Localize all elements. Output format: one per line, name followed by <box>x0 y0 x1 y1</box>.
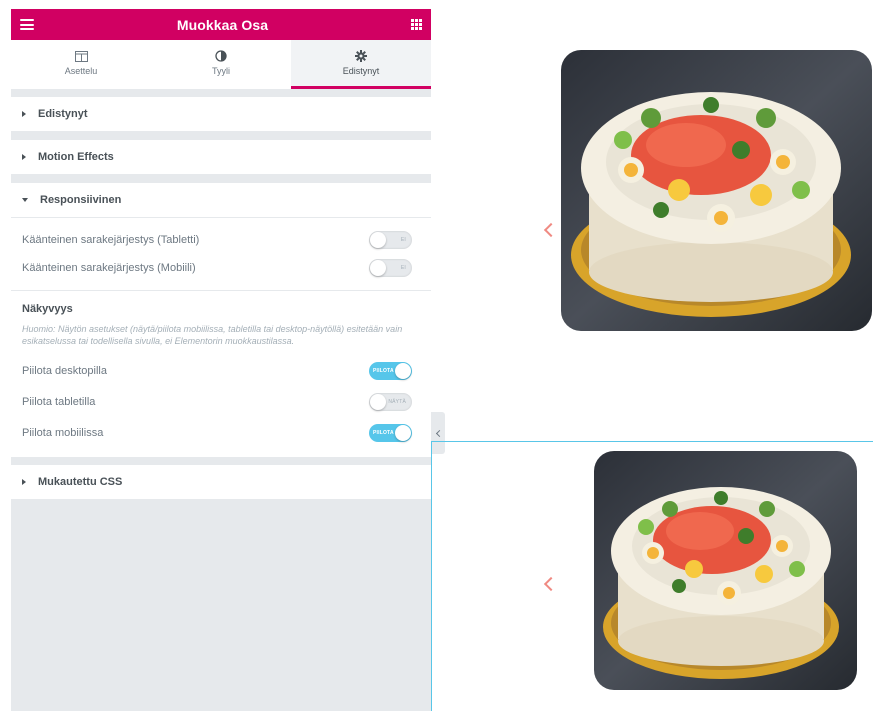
chevron-left-icon <box>435 429 443 437</box>
selection-outline-top <box>431 441 873 442</box>
panel-collapse-button[interactable] <box>431 412 445 454</box>
tab-style-label: Tyyli <box>212 66 230 76</box>
section-motion-toggle[interactable]: Motion Effects <box>11 140 431 175</box>
gear-icon <box>355 50 367 62</box>
hide-desktop-switch[interactable]: PIILOTA <box>369 361 412 380</box>
caret-right-icon <box>22 479 26 485</box>
section-responsive-toggle[interactable]: Responsiivinen <box>11 183 431 218</box>
half-circle-icon <box>215 50 227 62</box>
chevron-left-icon[interactable] <box>543 222 559 238</box>
widgets-grid-icon[interactable] <box>411 19 422 30</box>
section-custom-css-label: Mukautettu CSS <box>38 476 123 488</box>
sandwich-cake-photo[interactable] <box>561 50 872 331</box>
layout-icon <box>74 50 88 62</box>
hide-mobile-label: Piilota mobiilissa <box>22 426 104 439</box>
hide-tablet-label: Piilota tabletilla <box>22 395 96 408</box>
switch-knob <box>370 260 386 276</box>
tab-layout[interactable]: Asettelu <box>11 40 151 89</box>
tab-advanced-label: Edistynyt <box>342 66 380 76</box>
selection-outline-left <box>431 441 432 711</box>
tab-style[interactable]: Tyyli <box>151 40 291 89</box>
switch-state-text: EI <box>400 237 406 243</box>
switch-state-text: PIILOTA <box>373 367 394 374</box>
tab-layout-label: Asettelu <box>64 66 98 76</box>
reverse-tablet-label: Käänteinen sarakejärjestys (Tabletti) <box>22 234 200 246</box>
reverse-tablet-row: Käänteinen sarakejärjestys (Tabletti) EI <box>11 226 431 254</box>
caret-down-icon <box>22 198 28 202</box>
responsive-section-body: Käänteinen sarakejärjestys (Tabletti) EI… <box>11 218 431 457</box>
editor-tabs: Asettelu Tyyli Edistynyt <box>11 40 431 89</box>
switch-knob <box>370 232 386 248</box>
section-motion-label: Motion Effects <box>38 151 114 163</box>
section-advanced-toggle[interactable]: Edistynyt <box>11 97 431 132</box>
sandwich-cake-photo[interactable] <box>594 451 857 690</box>
visibility-heading: Näkyvyys <box>22 303 73 315</box>
chevron-left-icon[interactable] <box>543 576 559 592</box>
switch-knob <box>395 424 411 441</box>
switch-knob <box>395 362 411 379</box>
reverse-mobile-row: Käänteinen sarakejärjestys (Mobiili) EI <box>11 254 431 282</box>
section-responsive-label: Responsiivinen <box>40 194 122 206</box>
menu-hamburger-icon[interactable] <box>20 19 34 30</box>
switch-state-text: NÄYTÄ <box>388 398 406 405</box>
switch-knob <box>370 393 386 410</box>
hide-mobile-row: Piilota mobiilissa PIILOTA <box>11 417 431 448</box>
hide-desktop-label: Piilota desktopilla <box>22 364 107 377</box>
switch-state-text: PIILOTA <box>373 429 394 436</box>
editor-topbar: Muokkaa Osa <box>11 9 431 40</box>
hide-mobile-switch[interactable]: PIILOTA <box>369 423 412 442</box>
section-custom-css-toggle[interactable]: Mukautettu CSS <box>11 465 431 500</box>
caret-right-icon <box>22 111 26 117</box>
hide-desktop-row: Piilota desktopilla PIILOTA <box>11 355 431 386</box>
editor-panel: Muokkaa Osa Asettelu Tyyli Edistynyt Edi… <box>11 9 431 711</box>
reverse-mobile-label: Käänteinen sarakejärjestys (Mobiili) <box>22 262 196 274</box>
tab-advanced[interactable]: Edistynyt <box>291 40 431 89</box>
editor-title: Muokkaa Osa <box>176 16 269 33</box>
switch-state-text: EI <box>400 265 406 271</box>
visibility-note: Huomio: Näytön asetukset (näytä/piilota … <box>22 324 403 346</box>
section-advanced-label: Edistynyt <box>38 108 88 120</box>
caret-right-icon <box>22 154 26 160</box>
hide-tablet-switch[interactable]: NÄYTÄ <box>369 392 412 411</box>
hide-tablet-row: Piilota tabletilla NÄYTÄ <box>11 386 431 417</box>
reverse-tablet-switch[interactable]: EI <box>369 231 412 249</box>
reverse-mobile-switch[interactable]: EI <box>369 259 412 277</box>
